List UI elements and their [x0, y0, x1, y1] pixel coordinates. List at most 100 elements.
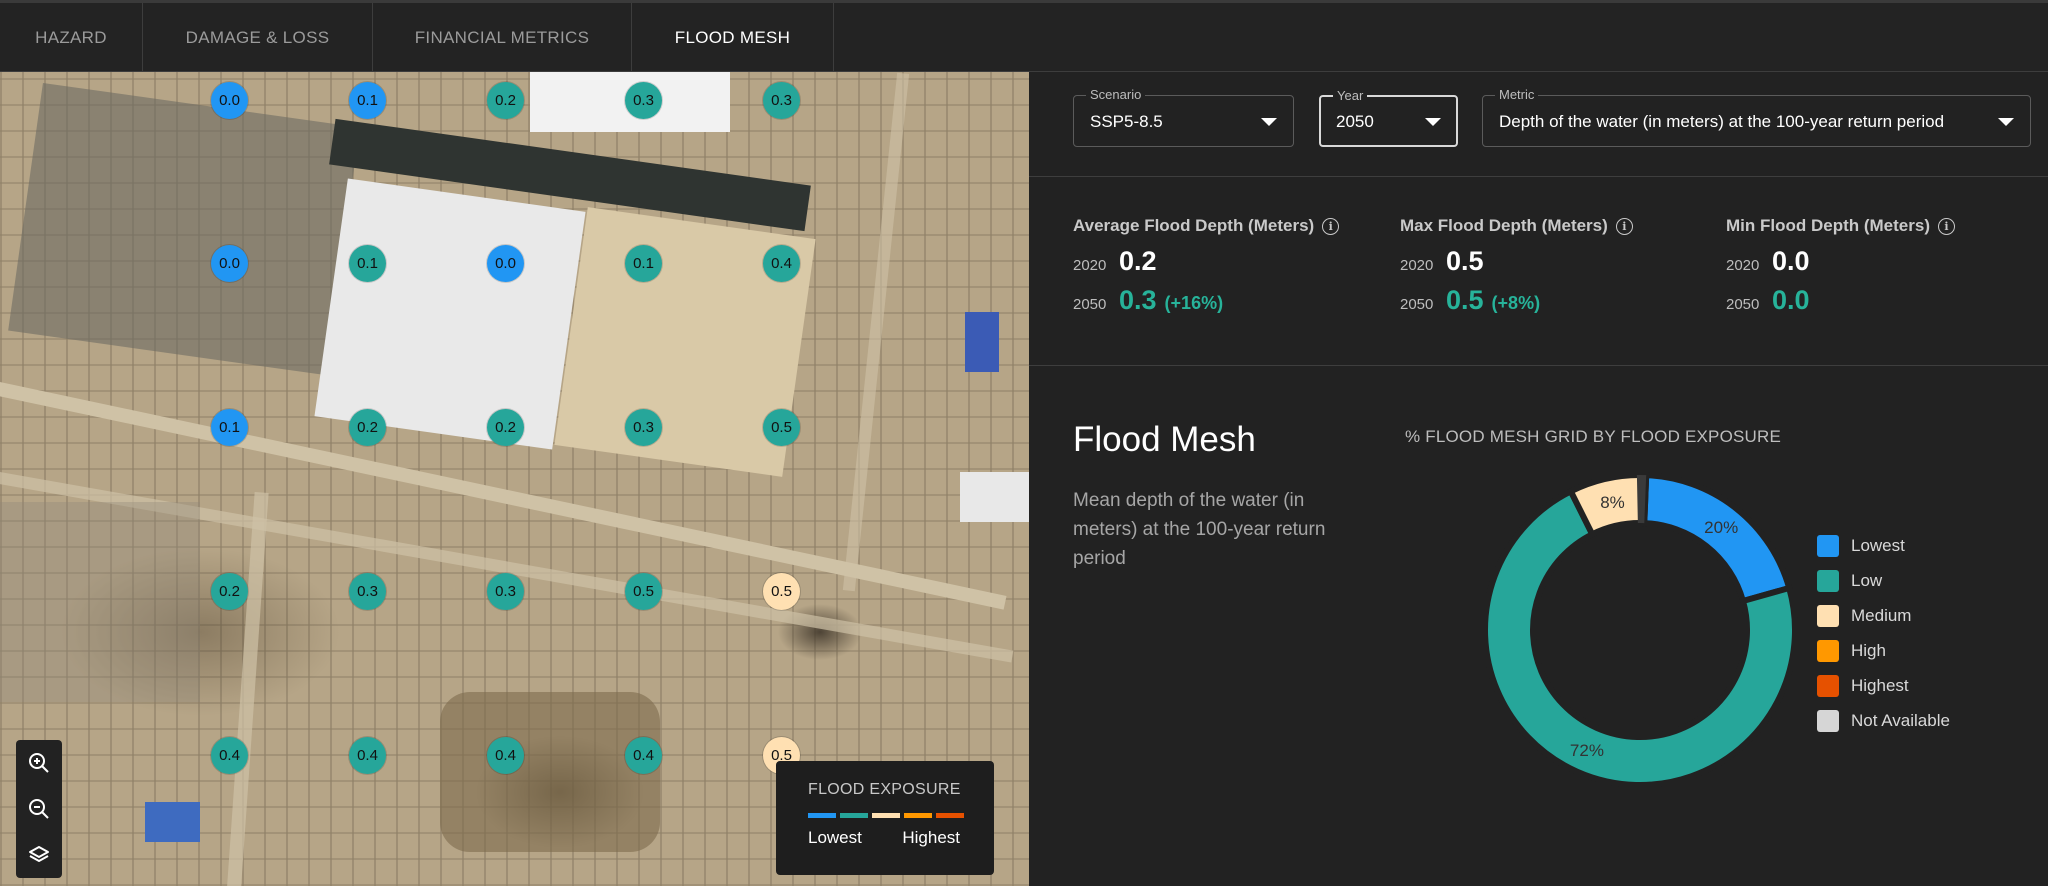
layers-button[interactable] [16, 832, 62, 878]
chart-legend: Lowest Low Medium High Highest Not Available [1817, 528, 1950, 738]
flood-mesh-point[interactable]: 0.3 [349, 573, 386, 610]
section-description: Mean depth of the water (in meters) at t… [1073, 490, 1326, 569]
metric-label: Metric [1495, 87, 1539, 102]
layers-icon [29, 846, 49, 862]
flood-mesh-point[interactable]: 0.2 [487, 409, 524, 446]
flood-mesh-point[interactable]: 0.2 [211, 573, 248, 610]
legend-swatch-medium [872, 813, 900, 818]
flood-mesh-point[interactable]: 0.4 [763, 245, 800, 282]
flood-mesh-point[interactable]: 0.0 [211, 82, 248, 119]
flood-mesh-point[interactable]: 0.0 [487, 245, 524, 282]
zoom-out-button[interactable] [16, 786, 62, 832]
stat-change: (+16%) [1164, 293, 1224, 313]
stat-value: 0.2 [1119, 246, 1157, 276]
info-icon[interactable]: i [1322, 217, 1340, 235]
legend-swatch-high [904, 813, 932, 818]
legend-item-highest[interactable]: Highest [1817, 668, 1950, 703]
map-building [145, 802, 200, 842]
stat-average-depth: Average Flood Depth (Meters) i 2020 0.2 20… [1073, 216, 1393, 316]
details-panel: Scenario SSP5-8.5 Year 2050 Metric Depth… [1029, 72, 2048, 886]
legend-label: High [1851, 640, 1886, 660]
legend-label: Highest [1851, 675, 1909, 695]
legend-label: Lowest [1851, 535, 1905, 555]
donut-slice-label: 72% [1570, 741, 1604, 760]
legend-label: Low [1851, 570, 1883, 590]
stat-value: 0.3 [1119, 285, 1157, 315]
year-value: 2050 [1336, 112, 1374, 131]
legend-swatch [1817, 709, 1839, 732]
legend-color-scale [808, 813, 994, 818]
legend-swatch [1817, 674, 1839, 697]
donut-slice-lowest[interactable] [1641, 472, 1793, 605]
map-building-roof [314, 178, 586, 450]
chevron-down-icon [1998, 118, 2014, 126]
stat-value: 0.5 [1446, 246, 1484, 276]
legend-item-lowest[interactable]: Lowest [1817, 528, 1950, 563]
chevron-down-icon [1425, 118, 1441, 126]
legend-swatch-highest [936, 813, 964, 818]
flood-mesh-point[interactable]: 0.4 [211, 737, 248, 774]
stat-max-depth: Max Flood Depth (Meters) i 2020 0.5 2050 0.… [1400, 216, 1720, 316]
chevron-down-icon [1261, 118, 1277, 126]
stat-change: (+8%) [1491, 293, 1541, 313]
info-icon[interactable]: i [1937, 217, 1955, 235]
flood-mesh-point[interactable]: 0.1 [349, 245, 386, 282]
tab-hazard[interactable]: HAZARD [0, 3, 143, 72]
flood-mesh-point[interactable]: 0.5 [763, 409, 800, 446]
stat-title: Average Flood Depth (Meters) [1073, 216, 1315, 235]
year-label: Year [1333, 88, 1368, 103]
stat-title: Min Flood Depth (Meters) [1726, 216, 1930, 235]
zoom-in-button[interactable] [16, 740, 62, 786]
stat-year: 2020 [1073, 257, 1107, 274]
stat-value: 0.0 [1772, 285, 1810, 315]
flood-mesh-point[interactable]: 0.2 [349, 409, 386, 446]
flood-mesh-point[interactable]: 0.4 [625, 737, 662, 774]
flood-mesh-point[interactable]: 0.3 [763, 82, 800, 119]
divider [1029, 176, 2048, 177]
stat-title: Max Flood Depth (Meters) [1400, 216, 1608, 235]
legend-swatch-low [840, 813, 868, 818]
flood-mesh-point[interactable]: 0.5 [763, 573, 800, 610]
tab-damage-loss[interactable]: DAMAGE & LOSS [143, 3, 373, 72]
year-select[interactable]: Year 2050 [1319, 88, 1458, 147]
legend-item-low[interactable]: Low [1817, 563, 1950, 598]
scenario-label: Scenario [1086, 87, 1146, 102]
map-building [440, 692, 660, 852]
satellite-map[interactable]: 0.0 0.1 0.2 0.3 0.3 0.0 0.1 0.0 0.1 0.4 0.1 0.2 0.2 0… [0, 72, 1029, 886]
stat-year: 2050 [1073, 296, 1107, 313]
stat-year: 2020 [1726, 257, 1760, 274]
scenario-select[interactable]: Scenario SSP5-8.5 [1073, 87, 1294, 147]
flood-mesh-point[interactable]: 0.3 [625, 82, 662, 119]
stat-year: 2050 [1726, 296, 1760, 313]
legend-low-label: Lowest [808, 828, 862, 847]
legend-item-not-available[interactable]: Not Available [1817, 703, 1950, 738]
metric-value: Depth of the water (in meters) at the 10… [1499, 112, 1945, 131]
legend-swatch [1817, 604, 1839, 627]
legend-swatch [1817, 639, 1839, 662]
info-icon[interactable]: i [1615, 217, 1633, 235]
flood-exposure-donut-chart: 20% 72% 8% [1482, 472, 1798, 788]
map-building [0, 502, 200, 702]
map-controls [16, 740, 62, 878]
flood-mesh-point[interactable]: 0.4 [349, 737, 386, 774]
section-title: Flood Mesh [1073, 420, 1256, 459]
donut-slice-label: 20% [1704, 518, 1738, 537]
flood-mesh-point[interactable]: 0.1 [211, 409, 248, 446]
flood-mesh-point[interactable]: 0.1 [625, 245, 662, 282]
flood-mesh-point[interactable]: 0.1 [349, 82, 386, 119]
flood-mesh-point[interactable]: 0.3 [625, 409, 662, 446]
flood-mesh-point[interactable]: 0.3 [487, 573, 524, 610]
map-building [8, 82, 360, 376]
chart-title: % FLOOD MESH GRID BY FLOOD EXPOSURE [1405, 427, 1782, 446]
flood-mesh-point[interactable]: 0.4 [487, 737, 524, 774]
tab-bar: HAZARD DAMAGE & LOSS FINANCIAL METRICS F… [0, 0, 2048, 72]
flood-mesh-point[interactable]: 0.0 [211, 245, 248, 282]
flood-mesh-point[interactable]: 0.2 [487, 82, 524, 119]
flood-mesh-point[interactable]: 0.5 [625, 573, 662, 610]
metric-select[interactable]: Metric Depth of the water (in meters) at… [1482, 87, 2031, 147]
stat-value: 0.0 [1772, 246, 1810, 276]
tab-financial-metrics[interactable]: FINANCIAL METRICS [373, 3, 632, 72]
legend-item-medium[interactable]: Medium [1817, 598, 1950, 633]
tab-flood-mesh[interactable]: FLOOD MESH [632, 3, 834, 72]
legend-item-high[interactable]: High [1817, 633, 1950, 668]
